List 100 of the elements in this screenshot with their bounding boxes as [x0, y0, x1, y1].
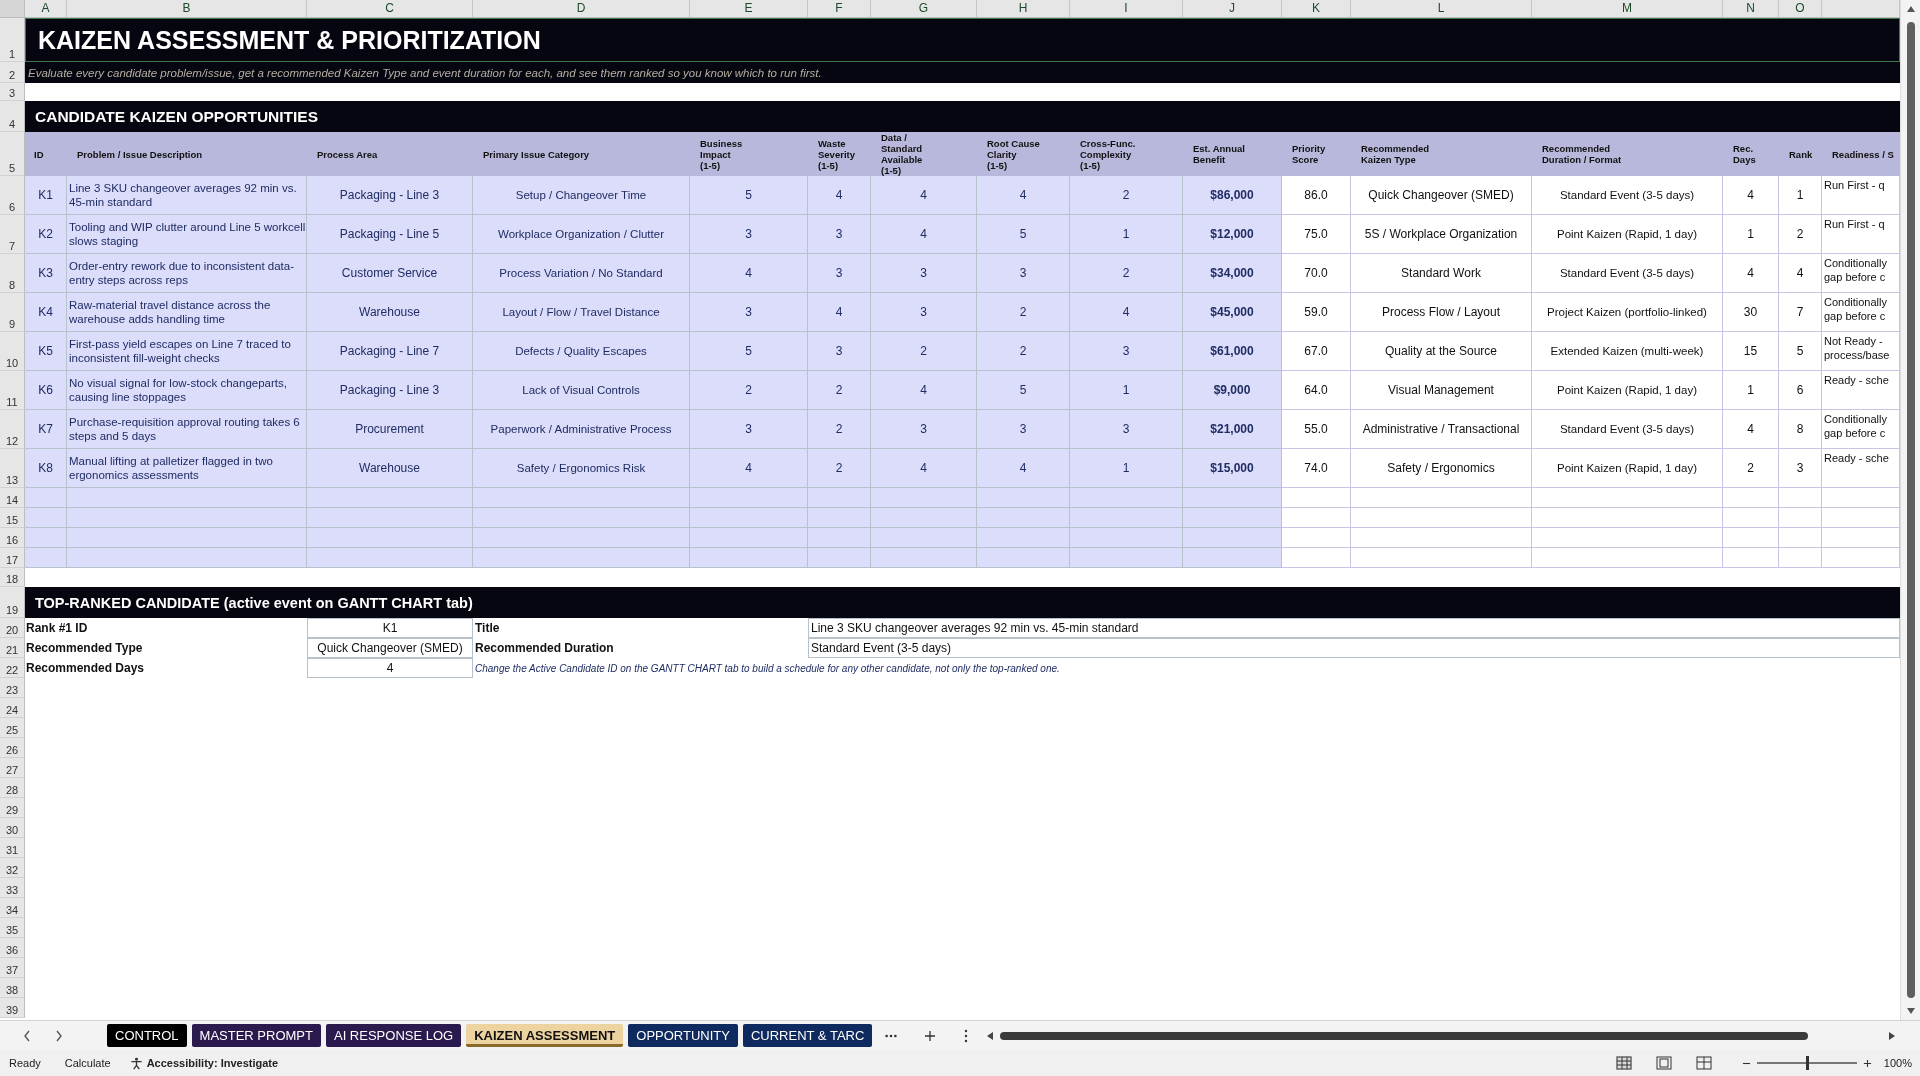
sheet-tab[interactable]: AI RESPONSE LOG [325, 1024, 462, 1047]
row-header[interactable]: 12 [0, 410, 25, 449]
scroll-left-icon[interactable] [986, 1030, 995, 1041]
scroll-up-icon[interactable] [1905, 5, 1916, 13]
column-header[interactable]: N [1723, 0, 1779, 17]
table-cell: $12,000 [1183, 215, 1282, 254]
row-header[interactable]: 6 [0, 176, 25, 215]
column-header[interactable]: E [690, 0, 808, 17]
row-header[interactable]: 24 [0, 698, 25, 718]
row-header[interactable]: 39 [0, 998, 25, 1018]
row-header[interactable]: 13 [0, 449, 25, 488]
column-header[interactable]: I [1070, 0, 1183, 17]
more-icon[interactable] [884, 1032, 899, 1039]
row-header[interactable]: 19 [0, 587, 25, 618]
row-header[interactable]: 26 [0, 738, 25, 758]
chevron-left-icon[interactable] [22, 1028, 32, 1043]
row-header[interactable]: 30 [0, 818, 25, 838]
row-header[interactable]: 29 [0, 798, 25, 818]
page-layout-icon[interactable] [1655, 1056, 1672, 1070]
calculate-button[interactable]: Calculate [64, 1057, 111, 1069]
zoom-in-icon[interactable] [1862, 1058, 1872, 1068]
row-header[interactable]: 7 [0, 215, 25, 254]
row-header[interactable]: 22 [0, 658, 25, 678]
table-cell: 2 [1070, 176, 1183, 215]
table-cell: K7 [25, 410, 67, 449]
row-header[interactable]: 18 [0, 568, 25, 587]
row-header[interactable]: 2 [0, 62, 25, 83]
field-value: Standard Event (3-5 days) [808, 638, 1900, 658]
row-header[interactable]: 35 [0, 918, 25, 938]
column-header[interactable]: J [1183, 0, 1282, 17]
sheet-tab[interactable]: CURRENT & TARC [742, 1024, 873, 1047]
column-header[interactable]: M [1532, 0, 1723, 17]
column-header[interactable]: A [25, 0, 67, 17]
sheet-tab[interactable]: OPPORTUNITY [628, 1024, 738, 1047]
row-header[interactable]: 4 [0, 101, 25, 132]
row-header[interactable]: 38 [0, 978, 25, 998]
sheet-tab[interactable]: MASTER PROMPT [191, 1024, 321, 1047]
column-header[interactable]: F [808, 0, 871, 17]
row-header[interactable]: 33 [0, 878, 25, 898]
row-header[interactable]: 14 [0, 488, 25, 508]
sheet-tab[interactable]: KAIZEN ASSESSMENT [466, 1024, 624, 1047]
column-header[interactable]: K [1282, 0, 1351, 17]
row-header[interactable]: 28 [0, 778, 25, 798]
kebab-icon[interactable] [964, 1028, 969, 1043]
table-cell: Defects / Quality Escapes [473, 332, 690, 371]
row-header[interactable]: 23 [0, 678, 25, 698]
field-label: Recommended Days [25, 660, 146, 677]
row-header[interactable]: 15 [0, 508, 25, 528]
scroll-right-icon[interactable] [1888, 1030, 1897, 1041]
column-heading: Rank [1788, 147, 1814, 162]
zoom-level[interactable]: 100% [1883, 1057, 1912, 1069]
accessibility-status[interactable]: Accessibility: Investigate [146, 1057, 279, 1069]
table-cell: 1 [1723, 371, 1779, 410]
normal-view-icon[interactable] [1615, 1056, 1632, 1070]
page-break-icon[interactable] [1695, 1056, 1712, 1070]
row-header[interactable]: 34 [0, 898, 25, 918]
table-cell: 2 [1723, 449, 1779, 488]
row-header[interactable]: 37 [0, 958, 25, 978]
row-header[interactable]: 17 [0, 548, 25, 568]
row-header[interactable]: 25 [0, 718, 25, 738]
row-header[interactable]: 11 [0, 371, 25, 410]
scroll-down-icon[interactable] [1905, 1007, 1916, 1015]
column-header[interactable]: L [1351, 0, 1532, 17]
column-header[interactable]: G [871, 0, 977, 17]
chevron-right-icon[interactable] [54, 1028, 64, 1043]
vertical-scrollbar[interactable] [1900, 0, 1920, 1020]
sheet-tab[interactable]: CONTROL [107, 1024, 187, 1047]
row-header[interactable]: 31 [0, 838, 25, 858]
column-heading: Readiness / S [1831, 147, 1895, 162]
column-header[interactable]: C [307, 0, 473, 17]
table-cell: 1 [1070, 449, 1183, 488]
plus-icon[interactable] [924, 1029, 937, 1042]
row-header[interactable]: 16 [0, 528, 25, 548]
scrollbar-thumb[interactable] [1000, 1031, 1809, 1040]
row-header[interactable]: 1 [0, 18, 25, 62]
column-header[interactable]: B [67, 0, 307, 17]
row-header[interactable]: 9 [0, 293, 25, 332]
table-cell: 3 [1779, 449, 1822, 488]
row-header[interactable]: 27 [0, 758, 25, 778]
scrollbar-thumb[interactable] [1906, 22, 1915, 998]
column-header[interactable]: D [473, 0, 690, 17]
row-header[interactable]: 5 [0, 132, 25, 176]
row-header[interactable]: 36 [0, 938, 25, 958]
table-cell: 1 [1723, 215, 1779, 254]
row-header[interactable]: 8 [0, 254, 25, 293]
row-header[interactable]: 32 [0, 858, 25, 878]
accessibility-icon[interactable] [129, 1056, 143, 1070]
table-cell: No visual signal for low-stock changeparts, causing line stoppages [67, 371, 307, 410]
row-header[interactable]: 20 [0, 618, 25, 638]
column-header[interactable]: H [977, 0, 1070, 17]
slider-thumb[interactable] [1805, 1056, 1809, 1070]
table-cell: K8 [25, 449, 67, 488]
column-header[interactable]: O [1779, 0, 1822, 17]
table-cell: Warehouse [307, 449, 473, 488]
row-header[interactable]: 10 [0, 332, 25, 371]
table-cell: 3 [690, 293, 808, 332]
row-header[interactable]: 21 [0, 638, 25, 658]
table-cell: 1 [1779, 176, 1822, 215]
table-cell: 4 [690, 254, 808, 293]
row-header[interactable]: 3 [0, 83, 25, 101]
